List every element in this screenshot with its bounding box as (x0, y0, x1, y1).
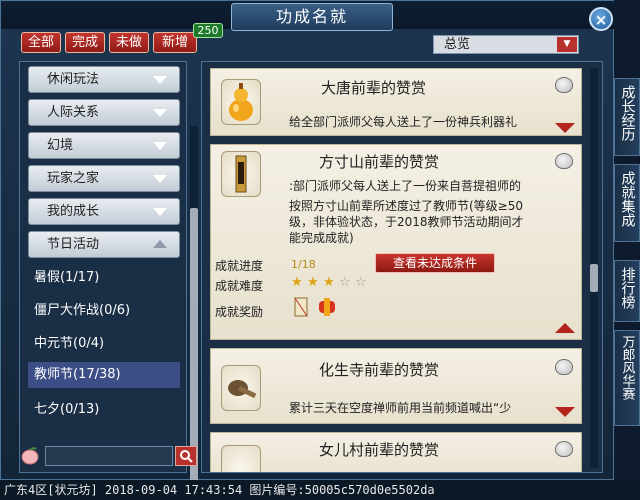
peach-icon (555, 441, 573, 457)
achievement-window: 功成名就 × 全部 完成 未做 新增 250 总览 ▼ 休闲玩法 人际关系 幻境… (0, 0, 615, 498)
peach-icon (555, 359, 573, 375)
chevron-down-icon (153, 175, 167, 183)
star-empty-icon: ☆ (355, 275, 367, 290)
window-title: 功成名就 (231, 3, 393, 31)
peach-icon (555, 77, 573, 93)
subitem-zombie[interactable]: 僵尸大作战(0/6) (28, 298, 180, 324)
peach-icon (19, 446, 41, 466)
mortar-icon (221, 365, 261, 411)
achievement-card[interactable]: 大唐前辈的赞赏 给全部门派师父每人送上了一份神兵利器礼 (210, 68, 582, 136)
expand-arrow-icon[interactable] (555, 407, 575, 417)
list-scroll-thumb[interactable] (590, 264, 598, 292)
side-tab-contest[interactable]: 万郎风华赛 (614, 330, 640, 426)
status-bar: 广东4区[状元坊] 2018-09-04 17:43:54 图片编号:50005… (0, 480, 640, 500)
achievement-title: 女儿村前辈的赞赏 (319, 441, 440, 459)
category-label: 休闲玩法 (47, 72, 100, 87)
category-relations[interactable]: 人际关系 (28, 99, 180, 126)
achievement-desc-line: 能完成成就) (289, 231, 354, 245)
chevron-down-icon (153, 76, 167, 84)
reward-label: 成就奖励 (215, 305, 264, 319)
achievement-desc: 累计三天在空度禅师前用当前频道喊出“少 (289, 401, 512, 415)
chevron-down-icon (153, 109, 167, 117)
progress-label: 成就进度 (215, 259, 264, 273)
search-input[interactable] (45, 446, 173, 466)
scroll-tablet-icon (221, 151, 261, 197)
side-tab-collection[interactable]: 成就集成 (614, 164, 640, 242)
flower-icon (221, 445, 261, 472)
achievement-list: 大唐前辈的赞赏 给全部门派师父每人送上了一份神兵利器礼 方寸山前辈的赞赏 :部门… (201, 61, 603, 473)
gourd-icon (221, 79, 261, 125)
difficulty-label: 成就难度 (215, 279, 264, 293)
achievement-title: 方寸山前辈的赞赏 (319, 153, 440, 171)
chevron-down-icon (153, 208, 167, 216)
title-bar: 功成名就 (1, 1, 615, 31)
side-tab-growth[interactable]: 成长经历 (614, 78, 640, 156)
tab-unfinished[interactable]: 未做 (109, 32, 149, 53)
category-sidebar: 休闲玩法 人际关系 幻境 玩家之家 我的成长 节日活动 暑假(1/17) 僵尸大… (19, 61, 198, 498)
side-tab-label: 万郎风华赛 (619, 335, 635, 400)
filter-selected-value: 总览 (444, 37, 471, 52)
subitem-qixi[interactable]: 七夕(0/13) (28, 397, 180, 423)
expand-arrow-icon[interactable] (555, 123, 575, 133)
view-unmet-conditions-button[interactable]: 查看未达成条件 (375, 253, 495, 273)
subitem-teachers-day[interactable]: 教师节(17/38) (28, 362, 180, 388)
category-illusion[interactable]: 幻境 (28, 132, 180, 159)
side-tab-label: 成就集成 (619, 171, 636, 227)
new-count-badge: 250 (193, 23, 223, 38)
reward-scroll-icon[interactable] (291, 295, 311, 323)
star-filled-icon: ★ (307, 275, 319, 290)
chevron-up-icon (153, 240, 167, 248)
collapse-arrow-icon[interactable] (555, 323, 575, 333)
reward-firecracker-icon[interactable] (315, 295, 339, 323)
achievement-desc: 给全部门派师父每人送上了一份神兵利器礼 (289, 115, 518, 129)
tab-completed[interactable]: 完成 (65, 32, 105, 53)
star-filled-icon: ★ (323, 275, 335, 290)
list-scrollbar[interactable] (590, 68, 598, 468)
subitem-summer[interactable]: 暑假(1/17) (28, 265, 180, 291)
category-label: 我的成长 (47, 204, 100, 219)
side-tab-label: 排行榜 (619, 267, 636, 309)
search-button[interactable] (175, 446, 197, 466)
achievement-card[interactable]: 女儿村前辈的赞赏 (210, 432, 582, 472)
star-filled-icon: ★ (291, 275, 303, 290)
achievement-title: 化生寺前辈的赞赏 (319, 361, 440, 379)
peach-icon (555, 153, 573, 169)
tab-new[interactable]: 新增 (153, 32, 197, 53)
tab-all[interactable]: 全部 (21, 32, 61, 53)
chevron-down-icon (153, 142, 167, 150)
achievement-desc-line: :部门派师父每人送上了一份来自菩提祖师的 (289, 179, 522, 193)
progress-value: 1/18 (291, 258, 316, 271)
category-festival[interactable]: 节日活动 (28, 231, 180, 258)
search-icon (180, 450, 193, 463)
category-home[interactable]: 玩家之家 (28, 165, 180, 192)
category-growth[interactable]: 我的成长 (28, 198, 180, 225)
achievement-desc-line: 按照方寸山前辈所述度过了教师节(等级≥50 (289, 199, 524, 213)
filter-dropdown[interactable]: 总览 ▼ (433, 35, 579, 54)
side-tab-ranking[interactable]: 排行榜 (614, 260, 640, 322)
side-tab-label: 成长经历 (619, 85, 636, 141)
sidebar-scrollbar[interactable] (190, 126, 198, 498)
category-label: 人际关系 (47, 105, 100, 120)
achievement-title: 大唐前辈的赞赏 (321, 79, 427, 97)
category-label: 玩家之家 (47, 171, 100, 186)
category-leisure[interactable]: 休闲玩法 (28, 66, 180, 93)
close-button[interactable]: × (589, 7, 613, 31)
achievement-card-expanded[interactable]: 方寸山前辈的赞赏 :部门派师父每人送上了一份来自菩提祖师的 按照方寸山前辈所述度… (210, 144, 582, 340)
category-label: 节日活动 (47, 237, 100, 252)
achievement-desc-line: 级，非体验状态，于2018教师节活动期间才 (289, 215, 524, 229)
category-label: 幻境 (47, 138, 74, 153)
chevron-down-icon[interactable]: ▼ (557, 37, 577, 52)
subitem-ghost-festival[interactable]: 中元节(0/4) (28, 331, 180, 357)
achievement-card[interactable]: 化生寺前辈的赞赏 累计三天在空度禅师前用当前频道喊出“少 (210, 348, 582, 424)
star-empty-icon: ☆ (339, 275, 351, 290)
